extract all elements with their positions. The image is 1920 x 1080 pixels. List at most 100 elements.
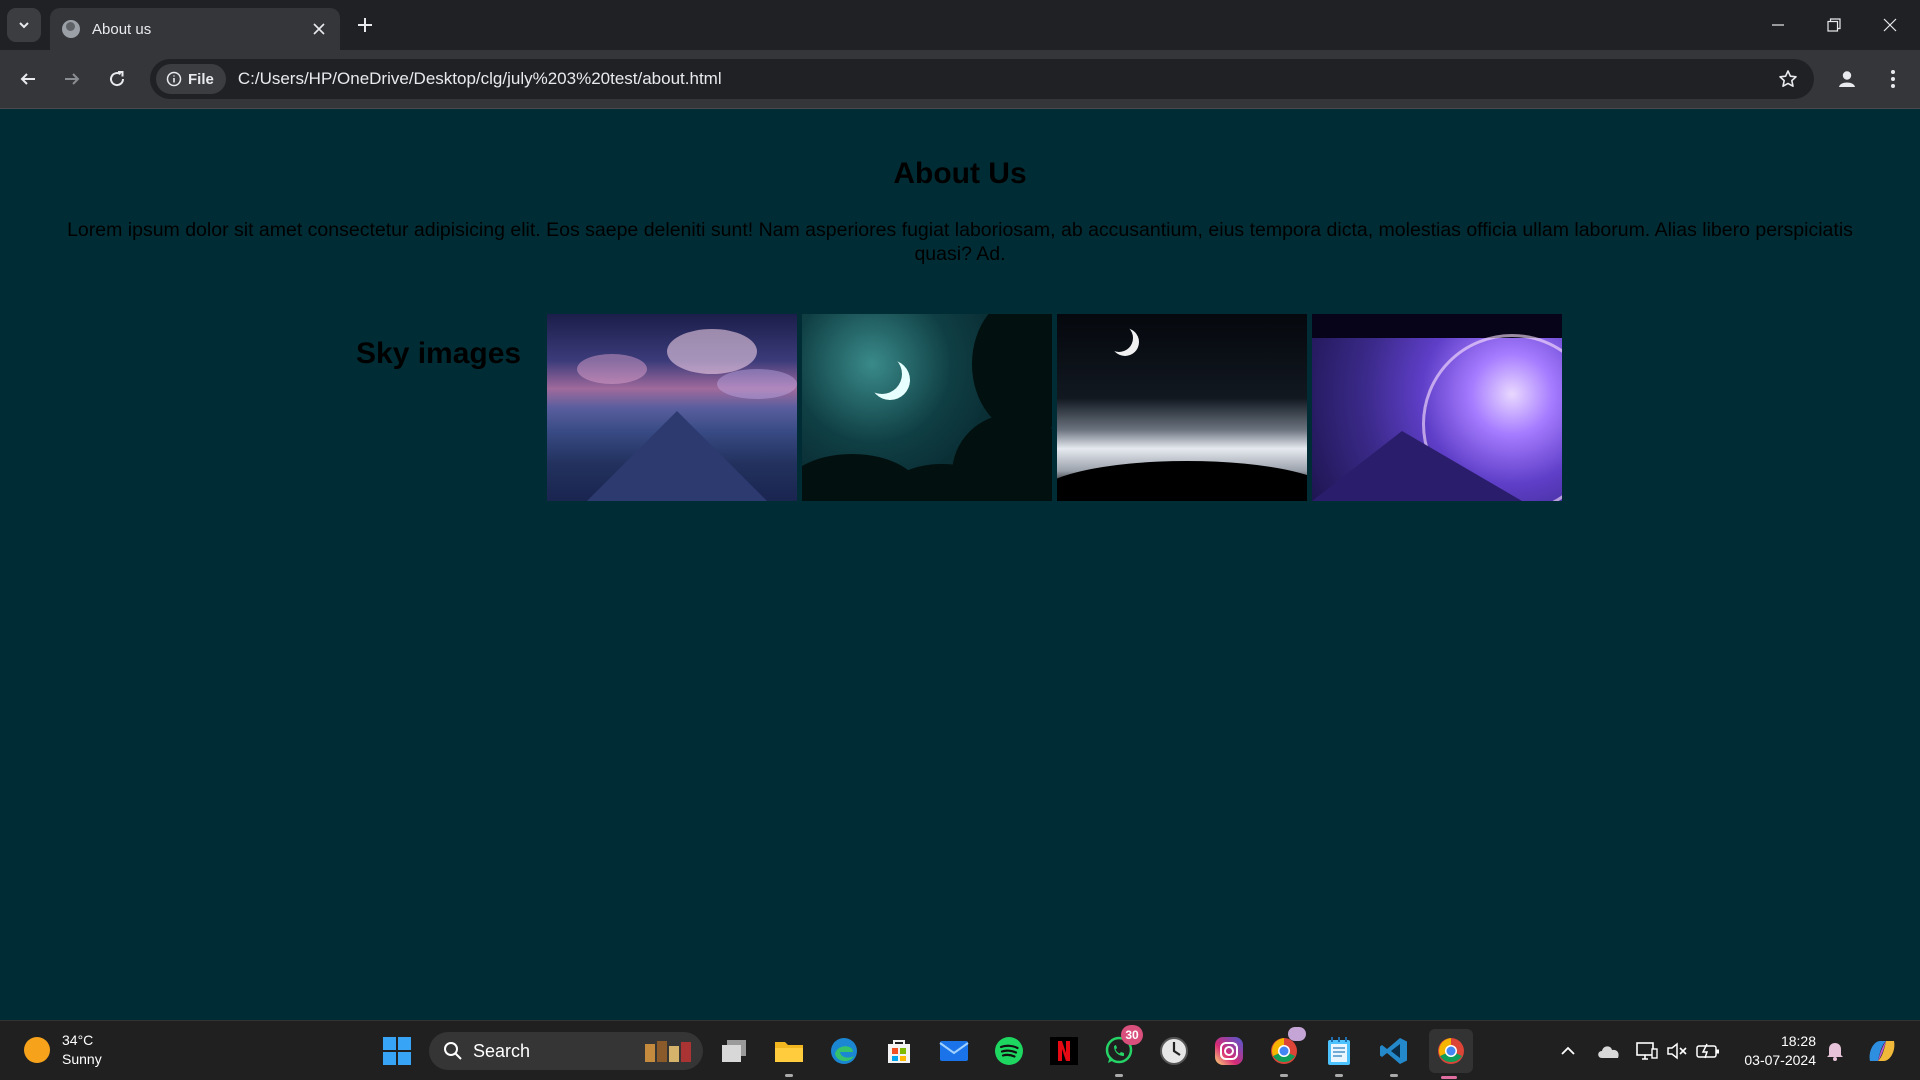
spotify-button[interactable]	[989, 1031, 1029, 1071]
active-indicator	[1441, 1076, 1457, 1079]
running-indicator	[1390, 1074, 1398, 1077]
web-page: About Us Lorem ipsum dolor sit amet cons…	[0, 109, 1920, 1020]
search-highlight-icon	[645, 1041, 691, 1062]
new-tab-button[interactable]	[350, 10, 380, 40]
start-button[interactable]	[377, 1031, 417, 1071]
sky-image-clouds-road	[547, 314, 797, 501]
minimize-button[interactable]	[1750, 0, 1806, 50]
taskbar-clock[interactable]: 18:28 03-07-2024	[1736, 1032, 1816, 1070]
star-icon	[1779, 70, 1797, 87]
plus-icon	[358, 18, 372, 32]
url-text[interactable]: C:/Users/HP/OneDrive/Desktop/clg/july%20…	[238, 69, 1772, 89]
copilot-button[interactable]	[1864, 1039, 1900, 1063]
bell-icon	[1827, 1043, 1843, 1061]
copilot-icon	[1869, 1041, 1895, 1061]
notepad-button[interactable]	[1319, 1031, 1359, 1077]
chevron-up-icon	[1561, 1046, 1575, 1055]
tab-search-button[interactable]	[7, 8, 41, 42]
store-icon	[888, 1040, 910, 1063]
clock-time: 18:28	[1780, 1033, 1816, 1049]
vscode-button[interactable]	[1374, 1031, 1414, 1077]
sky-image-purple-planet	[1312, 314, 1562, 501]
notifications-button[interactable]	[1824, 1039, 1846, 1063]
tab-close-button[interactable]	[306, 16, 332, 42]
windows-icon	[383, 1037, 411, 1065]
sun-icon	[24, 1037, 50, 1063]
chevron-down-icon	[19, 22, 29, 29]
site-info-chip[interactable]: File	[156, 64, 226, 94]
reload-button[interactable]	[101, 63, 133, 95]
clock-icon	[1160, 1037, 1188, 1065]
back-button[interactable]	[12, 63, 44, 95]
search-placeholder: Search	[473, 1040, 531, 1061]
sky-image-moon-clouds	[1057, 314, 1307, 501]
spotify-icon	[995, 1037, 1023, 1065]
edge-button[interactable]	[824, 1031, 864, 1071]
address-bar[interactable]: File C:/Users/HP/OneDrive/Desktop/clg/ju…	[150, 59, 1814, 99]
running-indicator	[785, 1074, 793, 1077]
minimize-icon	[1772, 24, 1784, 26]
about-paragraph: Lorem ipsum dolor sit amet consectetur a…	[67, 219, 1853, 265]
file-explorer-button[interactable]	[769, 1031, 809, 1077]
onedrive-tray-button[interactable]	[1594, 1039, 1624, 1063]
gallery-heading: Sky images	[356, 337, 522, 370]
task-view-button[interactable]	[714, 1031, 754, 1071]
site-chip-label: File	[188, 70, 214, 88]
forward-button[interactable]	[56, 63, 88, 95]
running-indicator	[1115, 1074, 1123, 1077]
weather-temperature: 34°C	[62, 1032, 94, 1048]
tab-title: About us	[92, 20, 152, 38]
restore-icon	[1827, 18, 1841, 32]
browser-toolbar: File C:/Users/HP/OneDrive/Desktop/clg/ju…	[0, 50, 1920, 108]
taskbar: 34°C Sunny Search 30 18:28 03-07-2024	[0, 1020, 1920, 1080]
sky-gallery	[547, 314, 1562, 501]
info-icon	[166, 71, 182, 87]
arrow-right-icon	[65, 73, 80, 85]
notepad-icon	[1328, 1037, 1350, 1065]
clock-app-button[interactable]	[1154, 1031, 1194, 1071]
weather-widget[interactable]: 34°C Sunny	[24, 1031, 102, 1069]
network-tray-button[interactable]	[1634, 1039, 1660, 1063]
restore-button[interactable]	[1806, 0, 1862, 50]
volume-tray-button[interactable]	[1664, 1039, 1690, 1063]
taskbar-search[interactable]: Search	[429, 1032, 703, 1070]
vscode-icon	[1380, 1038, 1407, 1064]
task-view-icon	[722, 1040, 746, 1062]
running-indicator	[1280, 1074, 1288, 1077]
chrome-button[interactable]	[1429, 1029, 1473, 1079]
chrome-profile-button[interactable]	[1264, 1027, 1306, 1077]
profile-avatar-badge	[1288, 1027, 1306, 1041]
menu-button[interactable]	[1877, 63, 1909, 95]
profile-icon	[1839, 71, 1855, 87]
mail-button[interactable]	[934, 1031, 974, 1071]
netflix-icon	[1050, 1037, 1078, 1065]
arrow-left-icon	[20, 73, 35, 85]
profile-button[interactable]	[1831, 63, 1863, 95]
instagram-icon	[1215, 1037, 1243, 1065]
cloud-icon	[1598, 1046, 1619, 1058]
store-button[interactable]	[879, 1031, 919, 1071]
battery-charging-icon	[1696, 1043, 1719, 1059]
whatsapp-button[interactable]: 30	[1099, 1025, 1143, 1077]
mail-icon	[939, 1041, 969, 1061]
battery-tray-button[interactable]	[1694, 1039, 1722, 1063]
bookmark-button[interactable]	[1772, 63, 1804, 95]
instagram-button[interactable]	[1209, 1031, 1249, 1071]
search-icon	[444, 1042, 462, 1060]
network-icon	[1636, 1042, 1658, 1060]
speaker-muted-icon	[1667, 1042, 1687, 1060]
sky-image-crescent-moon-trees	[802, 314, 1052, 501]
browser-titlebar: About us	[0, 0, 1920, 50]
notification-badge: 30	[1121, 1025, 1143, 1045]
show-hidden-icons-button[interactable]	[1556, 1039, 1580, 1063]
close-icon	[313, 23, 325, 35]
more-vertical-icon	[1891, 70, 1895, 88]
clock-date: 03-07-2024	[1744, 1052, 1816, 1068]
page-title: About Us	[893, 157, 1027, 190]
running-indicator	[1335, 1074, 1343, 1077]
close-window-button[interactable]	[1862, 0, 1918, 50]
browser-tab[interactable]: About us	[50, 8, 340, 50]
folder-icon	[775, 1042, 803, 1062]
netflix-button[interactable]	[1044, 1031, 1084, 1071]
reload-icon	[110, 71, 125, 87]
